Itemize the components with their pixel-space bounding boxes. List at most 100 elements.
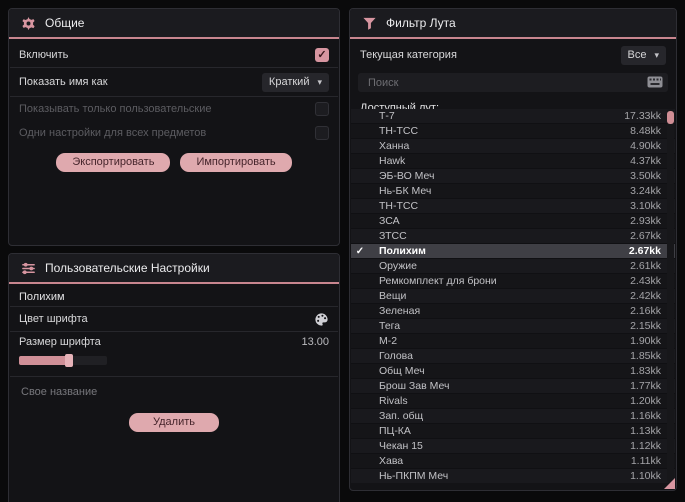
- loot-item-row[interactable]: М-2 1.90kk: [351, 334, 675, 349]
- loot-item-name: Т-7: [379, 110, 395, 122]
- window-custom-settings-title: Пользовательские Настройки: [45, 261, 210, 275]
- loot-item-name: Брош Зав Меч: [379, 380, 450, 392]
- chevron-down-icon: ▾: [654, 49, 659, 60]
- loot-item-name: Оружие: [379, 260, 417, 272]
- loot-item-row[interactable]: Rivals 1.20kk: [351, 394, 675, 409]
- loot-item-row[interactable]: Оружие 2.61kk: [351, 259, 675, 274]
- single-settings-checkbox[interactable]: [315, 126, 329, 140]
- loot-item-row[interactable]: Зап. общ 1.16kk: [351, 409, 675, 424]
- window-loot-filter-title: Фильтр Лута: [386, 16, 456, 30]
- display-name-combo[interactable]: Краткий ▾: [261, 72, 329, 92]
- only-custom-label: Показывать только пользовательские: [19, 103, 212, 115]
- loot-item-row[interactable]: ЗТСС 2.67kk: [351, 229, 675, 244]
- loot-item-row[interactable]: Вещи 2.42kk: [351, 289, 675, 304]
- search-input[interactable]: [366, 75, 642, 90]
- loot-item-name: Зеленая: [379, 305, 421, 317]
- export-import-row: Экспортировать Импортировать: [9, 153, 339, 172]
- single-settings-label: Одни настройки для всех предметов: [19, 127, 207, 139]
- loot-item-row[interactable]: ✓ Полихим 2.67kk: [351, 244, 675, 259]
- palette-icon[interactable]: [314, 312, 329, 327]
- setting-row-enable: Включить ✓: [9, 43, 339, 67]
- loot-item-row[interactable]: ЗСА 2.93kk: [351, 214, 675, 229]
- keyboard-icon[interactable]: [647, 76, 663, 88]
- slider-fill: [19, 355, 69, 365]
- check-icon: ✓: [355, 245, 365, 257]
- window-general: Общие Включить ✓ Показать имя как Кратки…: [8, 8, 340, 246]
- loot-item-row[interactable]: ТН-ТСС 8.48kk: [351, 124, 675, 139]
- loot-item-row[interactable]: Ремкомплект для брони 2.43kk: [351, 274, 675, 289]
- export-button[interactable]: Экспортировать: [56, 153, 171, 172]
- scrollbar-thumb[interactable]: [667, 111, 674, 124]
- loot-item-row[interactable]: Общ Меч 1.83kk: [351, 364, 675, 379]
- loot-item-name: ЗСА: [379, 215, 400, 227]
- loot-item-row[interactable]: Тега 2.15kk: [351, 319, 675, 334]
- category-row: Текущая категория Все ▾: [350, 43, 676, 67]
- loot-item-name: Нь-ПКПМ Меч: [379, 470, 449, 482]
- loot-item-name: Rivals: [379, 395, 408, 407]
- display-name-combo-value: Краткий: [268, 76, 310, 88]
- loot-item-name: Голова: [379, 350, 413, 362]
- custom-name-row: [9, 381, 339, 403]
- category-label: Текущая категория: [360, 49, 457, 61]
- loot-item-name: М-2: [379, 335, 398, 347]
- window-general-titlebar[interactable]: Общие: [9, 9, 339, 39]
- font-size-label: Размер шрифта: [19, 336, 101, 348]
- setting-row-only-custom: Показывать только пользовательские: [9, 97, 339, 121]
- delete-row: Удалить: [9, 413, 339, 432]
- loot-item-row[interactable]: ТН-ТСС 3.10kk: [351, 199, 675, 214]
- slider-handle[interactable]: [65, 353, 73, 367]
- loot-item-name: ТН-ТСС: [379, 200, 419, 212]
- selected-item-name: Полихим: [19, 291, 65, 303]
- loot-item-name: Общ Меч: [379, 365, 425, 377]
- search-row: [358, 73, 668, 92]
- enable-label: Включить: [19, 49, 69, 61]
- loot-item-row[interactable]: Т-7 17.33kk: [351, 109, 675, 124]
- loot-item-name: Чекан 15: [379, 440, 423, 452]
- loot-item-name: Хава: [379, 455, 404, 467]
- font-size-value: 13.00: [301, 336, 329, 348]
- chevron-down-icon: ▾: [317, 76, 322, 87]
- loot-item-row[interactable]: Брош Зав Меч 1.77kk: [351, 379, 675, 394]
- loot-item-name: Зап. общ: [379, 410, 424, 422]
- font-size-slider[interactable]: [19, 353, 107, 367]
- loot-item-row[interactable]: Hawk 4.37kk: [351, 154, 675, 169]
- setting-row-font-color: Цвет шрифта: [9, 307, 339, 331]
- loot-item-name: Тега: [379, 320, 401, 332]
- loot-item-name: ТН-ТСС: [379, 125, 419, 137]
- loot-item-row[interactable]: Нь-ПКПМ Меч 1.10kk: [351, 469, 675, 483]
- custom-name-input[interactable]: [19, 385, 329, 399]
- loot-item-name: Hawk: [379, 155, 406, 167]
- loot-list: Т-7 17.33kk ТН-ТСС 8.48kk Ханна 4.90kk Hawk 4.3…: [351, 109, 675, 483]
- loot-item-row[interactable]: Зеленая 2.16kk: [351, 304, 675, 319]
- loot-item-row[interactable]: ПЦ-КА 1.13kk: [351, 424, 675, 439]
- font-color-label: Цвет шрифта: [19, 313, 88, 325]
- loot-item-name: Нь-БК Меч: [379, 185, 432, 197]
- loot-item-name: Вещи: [379, 290, 407, 302]
- loot-item-row[interactable]: Нь-БК Меч 3.24kk: [351, 184, 675, 199]
- font-size-slider-row: [9, 352, 339, 368]
- loot-item-row[interactable]: Хава 1.11kk: [351, 454, 675, 469]
- loot-item-row[interactable]: Чекан 15 1.12kk: [351, 439, 675, 454]
- resize-grip[interactable]: [664, 478, 675, 489]
- loot-item-row[interactable]: Ханна 4.90kk: [351, 139, 675, 154]
- only-custom-checkbox[interactable]: [315, 102, 329, 116]
- enable-checkbox[interactable]: ✓: [315, 48, 329, 62]
- scrollbar-track[interactable]: [667, 109, 674, 483]
- window-custom-settings-titlebar[interactable]: Пользовательские Настройки: [9, 254, 339, 284]
- check-icon: ✓: [317, 48, 327, 61]
- loot-item-row[interactable]: Голова 1.85kk: [351, 349, 675, 364]
- window-loot-filter: Фильтр Лута Текущая категория Все ▾ Дос: [349, 8, 677, 491]
- import-button[interactable]: Импортировать: [180, 153, 292, 172]
- sliders-icon: [22, 262, 35, 274]
- loot-item-name: Ремкомплект для брони: [379, 275, 497, 287]
- loot-item-name: Полихим: [379, 245, 426, 257]
- setting-row-font-size: Размер шрифта 13.00: [9, 332, 339, 352]
- overlay-canvas: Общие Включить ✓ Показать имя как Кратки…: [0, 0, 685, 502]
- loot-item-row[interactable]: ЭБ-ВО Меч 3.50kk: [351, 169, 675, 184]
- window-loot-filter-titlebar[interactable]: Фильтр Лута: [350, 9, 676, 39]
- delete-button[interactable]: Удалить: [129, 413, 219, 432]
- window-custom-settings: Пользовательские Настройки Полихим Цвет …: [8, 253, 340, 502]
- loot-item-name: ПЦ-КА: [379, 425, 411, 437]
- category-combo[interactable]: Все ▾: [620, 45, 666, 65]
- window-general-title: Общие: [45, 16, 85, 30]
